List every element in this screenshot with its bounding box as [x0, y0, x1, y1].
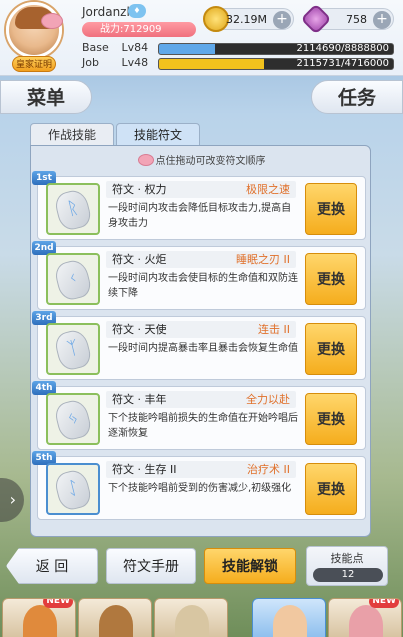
job-level: Lv48 — [121, 56, 149, 69]
rune-skill-name: 睡眠之刃 II — [236, 253, 290, 266]
menu-button[interactable]: 菜单 — [0, 80, 92, 114]
rune-card[interactable]: 5th ᛇ 符文 · 生存 II 治疗术 II 下个技能吟唱前受到的伤害减少,初级… — [32, 451, 366, 520]
character-strip: NEW NEW — [0, 596, 403, 637]
character-slot[interactable]: NEW — [2, 598, 76, 637]
skill-points-box: 技能点 12 — [306, 546, 388, 586]
pet-pig-icon — [41, 13, 63, 29]
job-exp-bar: 2115731/4716000 — [158, 58, 394, 70]
swap-rune-button[interactable]: 更换 — [305, 253, 357, 305]
character-slot-selected[interactable] — [252, 598, 326, 637]
gem-icon — [300, 3, 332, 35]
tab-skill-runes[interactable]: 技能符文 — [116, 123, 200, 145]
skill-points-label: 技能点 — [330, 552, 364, 565]
add-zeny-button[interactable]: + — [273, 11, 291, 29]
swap-rune-button[interactable]: 更换 — [305, 393, 357, 445]
rune-card[interactable]: 4th ᛃ 符文 · 丰年 全力以赴 下个技能吟唱前损失的生命值在开始吟唱后逐渐恢… — [32, 381, 366, 450]
task-button[interactable]: 任务 — [311, 80, 403, 114]
drag-hint-text: 点住拖动可改变符文顺序 — [155, 156, 266, 167]
rune-title-bar: 符文 · 天使 连击 II — [106, 321, 296, 338]
gem-counter: 758 + — [300, 3, 394, 35]
rune-description: 一段时间内提高暴击率且暴击会恢复生命值 — [108, 343, 298, 354]
new-badge: NEW — [43, 599, 73, 608]
character-portrait — [99, 605, 133, 637]
rune-stone-image: ᛉ — [46, 323, 100, 375]
character-portrait — [23, 605, 57, 637]
gem-amount: 758 — [346, 13, 367, 26]
rune-description: 一段时间内攻击会使目标的生命值和双防连续下降 — [108, 273, 298, 299]
swap-rune-button[interactable]: 更换 — [305, 183, 357, 235]
skill-unlock-button[interactable]: 技能解锁 — [204, 548, 296, 584]
top-status-bar: 皇家证明 Jordanzl ♦ 战力:712909 Base Lv84 2114… — [0, 0, 403, 76]
rune-name: 符文 · 权力 — [112, 183, 167, 196]
rune-skill-name: 连击 II — [258, 323, 290, 336]
new-badge: NEW — [369, 599, 399, 608]
rune-title-bar: 符文 · 丰年 全力以赴 — [106, 391, 296, 408]
zeny-counter: 32.19M + — [203, 6, 294, 32]
base-exp-bar: 2114690/8888800 — [158, 43, 394, 55]
swap-rune-button[interactable]: 更换 — [305, 323, 357, 375]
base-level-row: Base Lv84 — [82, 41, 162, 54]
player-avatar[interactable] — [6, 2, 63, 58]
rune-card[interactable]: 2nd ᚲ 符文 · 火炬 睡眠之刃 II 一段时间内攻击会使目标的生命值和双防连… — [32, 241, 366, 310]
rune-card[interactable]: 1st ᚱ 符文 · 权力 极限之速 一段时间内攻击会降低目标攻击力,提高自身攻击… — [32, 171, 366, 240]
drag-hint: 点住拖动可改变符文顺序 — [31, 152, 372, 167]
character-slot[interactable] — [154, 598, 228, 637]
character-portrait — [273, 605, 307, 637]
expand-side-arrow-icon[interactable]: › — [0, 478, 24, 522]
rune-name: 符文 · 天使 — [112, 323, 167, 336]
rune-description: 下个技能吟唱前受到的伤害减少,初级强化 — [108, 483, 292, 494]
skill-points-value: 12 — [313, 568, 383, 582]
player-name: Jordanzl — [82, 5, 130, 19]
rune-name: 符文 · 火炬 — [112, 253, 167, 266]
rune-skill-name: 全力以赴 — [246, 393, 290, 406]
job-level-row: Job Lv48 — [82, 56, 162, 69]
rune-card[interactable]: 3rd ᛉ 符文 · 天使 连击 II 一段时间内提高暴击率且暴击会恢复生命值 更… — [32, 311, 366, 380]
character-slot[interactable] — [78, 598, 152, 637]
character-portrait — [349, 605, 383, 637]
rune-title-bar: 符文 · 权力 极限之速 — [106, 181, 296, 198]
rune-description: 一段时间内攻击会降低目标攻击力,提高自身攻击力 — [108, 203, 292, 229]
base-exp-text: 2114690/8888800 — [296, 43, 389, 54]
job-exp-fill — [159, 59, 265, 69]
add-gem-button[interactable]: + — [373, 11, 391, 29]
character-portrait — [175, 605, 209, 637]
rune-title-bar: 符文 · 生存 II 治疗术 II — [106, 461, 296, 478]
combat-power: 战力:712909 — [82, 22, 196, 37]
rune-skill-name: 极限之速 — [246, 183, 290, 196]
base-level: Lv84 — [121, 41, 149, 54]
rune-manual-button[interactable]: 符文手册 — [106, 548, 196, 584]
zeny-amount: 32.19M — [226, 13, 267, 26]
rune-title-bar: 符文 · 火炬 睡眠之刃 II — [106, 251, 296, 268]
base-label: Base — [82, 41, 109, 54]
rune-name: 符文 · 丰年 — [112, 393, 167, 406]
rune-panel: 点住拖动可改变符文顺序 1st ᚱ 符文 · 权力 极限之速 一段时间内攻击会降低… — [30, 145, 371, 537]
vip-icon: ♦ — [128, 4, 146, 18]
rune-description: 下个技能吟唱前损失的生命值在开始吟唱后逐渐恢复 — [108, 413, 298, 439]
base-exp-fill — [159, 44, 215, 54]
rune-stone-image: ᚲ — [46, 253, 100, 305]
swap-rune-button[interactable]: 更换 — [305, 463, 357, 515]
job-exp-text: 2115731/4716000 — [296, 58, 389, 69]
job-label: Job — [82, 56, 99, 69]
character-slot[interactable]: NEW — [328, 598, 402, 637]
tab-combat-skills[interactable]: 作战技能 — [30, 123, 114, 145]
rune-stone-image: ᛃ — [46, 393, 100, 445]
rune-stone-image: ᛇ — [46, 463, 100, 515]
rune-name: 符文 · 生存 II — [112, 463, 177, 476]
royal-badge-label: 皇家证明 — [12, 56, 56, 72]
rune-stone-image: ᚱ — [46, 183, 100, 235]
back-button[interactable]: 返 回 — [6, 548, 98, 584]
pig-hint-icon — [137, 154, 154, 166]
rune-skill-name: 治疗术 II — [247, 463, 290, 476]
